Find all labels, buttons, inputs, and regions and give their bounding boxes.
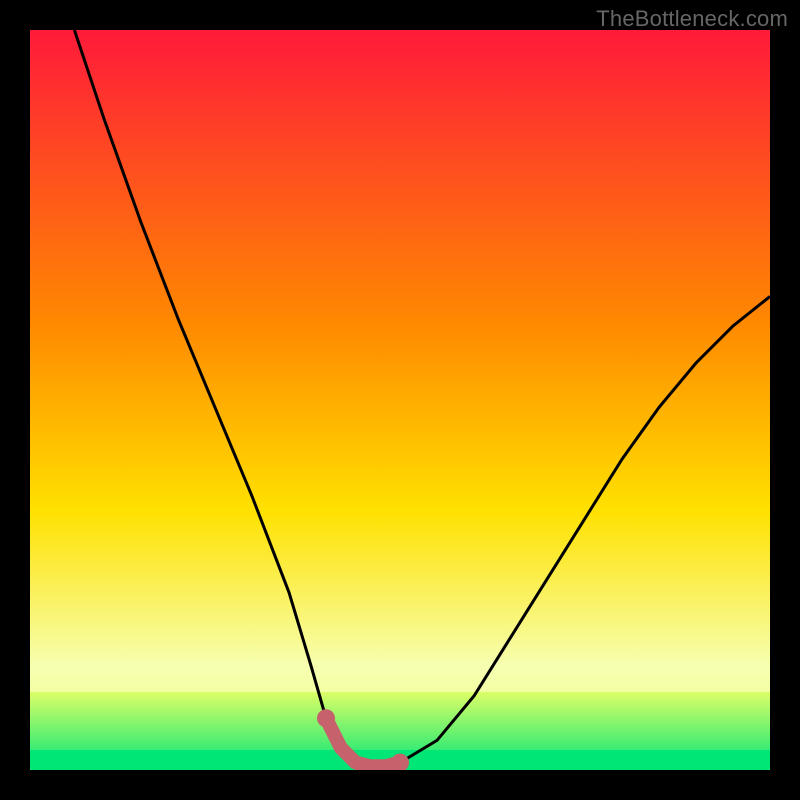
light-band [30,662,770,692]
outer-frame: TheBottleneck.com [0,0,800,800]
plot-area [30,30,770,770]
chart-svg [30,30,770,770]
gradient-background [30,30,770,770]
highlight-dot-left [317,709,335,727]
watermark-text: TheBottleneck.com [596,6,788,32]
